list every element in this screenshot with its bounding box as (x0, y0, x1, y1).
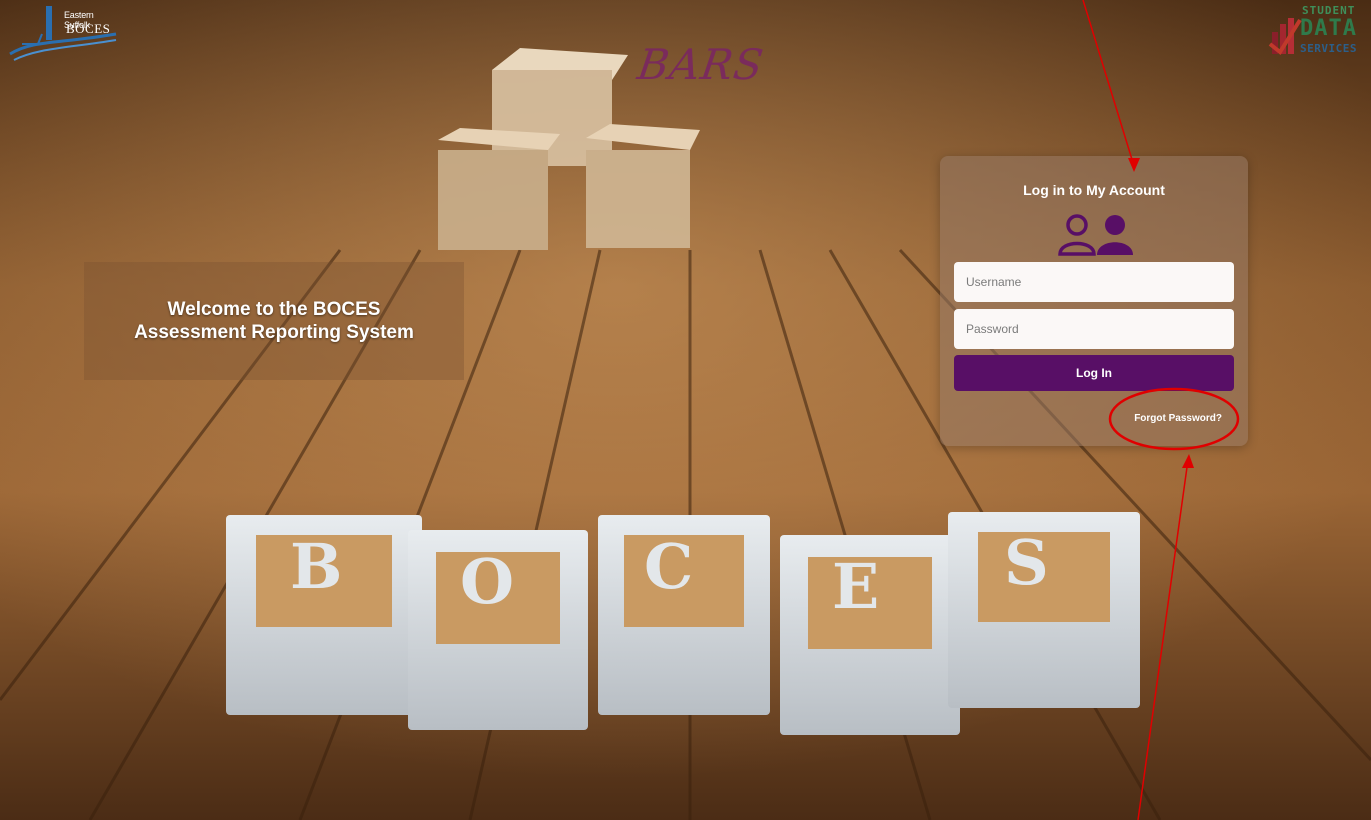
user-icons (1058, 214, 1133, 256)
login-card: Log in to My Account Log In Forgot Passw… (940, 156, 1248, 446)
user-filled-icon (1097, 215, 1133, 255)
welcome-line-1: Welcome to the BOCES (167, 299, 381, 320)
login-button[interactable]: Log In (954, 355, 1234, 391)
login-title: Log in to My Account (1023, 182, 1165, 198)
student-data-services-logo: STUDENT DATA SERVICES (1268, 2, 1366, 68)
logo-right-line3: SERVICES (1300, 42, 1357, 55)
logo-left-title: BOCES (66, 21, 111, 36)
welcome-panel: Welcome to the BOCES Assessment Reportin… (84, 262, 464, 380)
app-title: BARS (634, 40, 768, 89)
user-outline-icon (1058, 214, 1096, 256)
username-input[interactable] (954, 262, 1234, 302)
forgot-password-link[interactable]: Forgot Password? (1126, 413, 1222, 424)
welcome-line-2: Assessment Reporting System (134, 322, 414, 343)
chart-check-icon (1268, 18, 1302, 55)
password-input[interactable] (954, 309, 1234, 349)
logo-right-line2: DATA (1300, 16, 1357, 41)
eastern-suffolk-boces-logo: Eastern Suffolk BOCES (8, 4, 118, 62)
